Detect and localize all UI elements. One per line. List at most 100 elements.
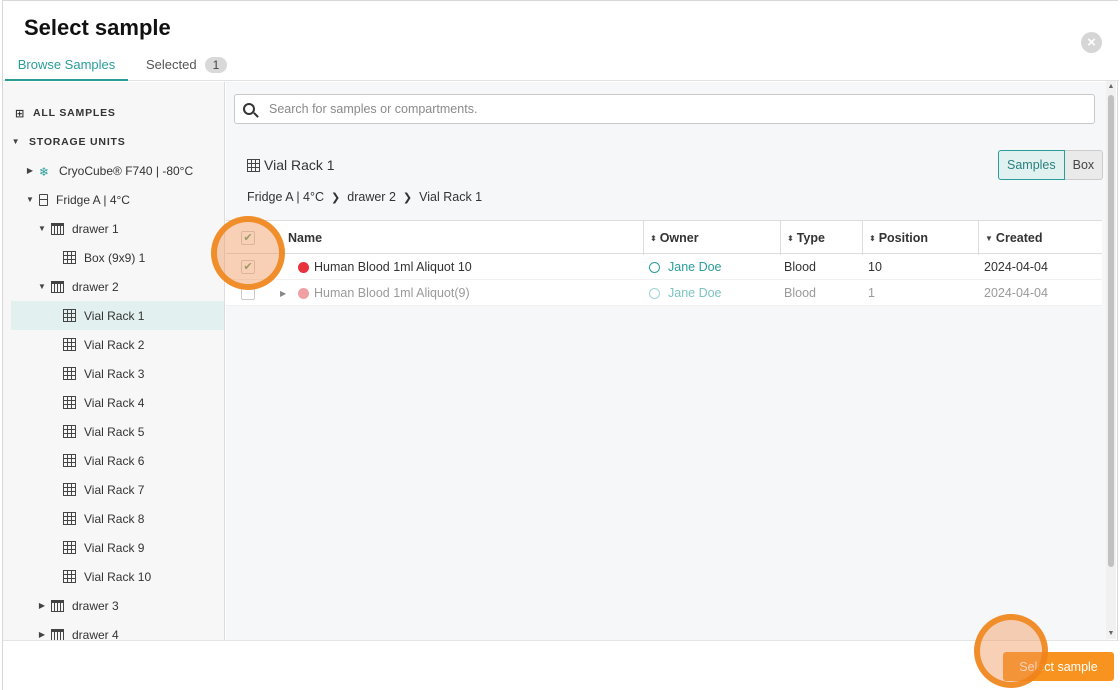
caret-down-icon[interactable]: ▼ bbox=[11, 137, 21, 146]
breadcrumb-item[interactable]: Fridge A | 4°C bbox=[247, 190, 324, 204]
breadcrumb: Fridge A | 4°C ❯ drawer 2 ❯ Vial Rack 1 bbox=[247, 190, 482, 204]
drawer-icon bbox=[51, 280, 64, 293]
all-samples-icon: ⊞ bbox=[15, 107, 26, 120]
tree-item-drawer-3[interactable]: ▶ drawer 3 bbox=[11, 591, 224, 620]
tree-item-label: Vial Rack 5 bbox=[84, 424, 145, 439]
tree-item-vial-rack-2[interactable]: Vial Rack 2 bbox=[11, 330, 224, 359]
column-header-position[interactable]: ⬍ Position bbox=[862, 221, 978, 255]
grid-icon bbox=[63, 309, 76, 322]
tree-item-vial-rack-10[interactable]: Vial Rack 10 bbox=[11, 562, 224, 591]
tree-item-vial-rack-4[interactable]: Vial Rack 4 bbox=[11, 388, 224, 417]
scroll-down-icon[interactable]: ▼ bbox=[1106, 630, 1116, 637]
sample-name: Human Blood 1ml Aliquot 10 bbox=[314, 260, 472, 274]
tree-item-vial-rack-7[interactable]: Vial Rack 7 bbox=[11, 475, 224, 504]
caret-down-icon[interactable]: ▼ bbox=[37, 282, 47, 291]
type-cell: Blood bbox=[784, 286, 816, 300]
scroll-up-icon[interactable]: ▲ bbox=[1106, 83, 1116, 90]
close-icon[interactable]: × bbox=[1081, 32, 1102, 53]
chevron-right-icon: ❯ bbox=[331, 191, 341, 204]
created-cell: 2024-04-04 bbox=[984, 286, 1048, 300]
caret-right-icon[interactable]: ▶ bbox=[25, 166, 35, 175]
grid-icon bbox=[247, 158, 260, 172]
sample-name-cell[interactable]: Human Blood 1ml Aliquot 10 bbox=[298, 254, 472, 280]
tab-browse-samples[interactable]: Browse Samples bbox=[5, 51, 128, 81]
drawer-icon bbox=[51, 628, 64, 640]
tree-item-label: drawer 2 bbox=[72, 279, 119, 294]
tree-item-cryocube[interactable]: ▶ ❄ CryoCube® F740 | -80°C bbox=[11, 156, 224, 185]
tree-item-label: Box (9x9) 1 bbox=[84, 250, 146, 265]
caret-right-icon[interactable]: ▶ bbox=[37, 601, 47, 610]
tree-item-vial-rack-5[interactable]: Vial Rack 5 bbox=[11, 417, 224, 446]
caret-down-icon[interactable]: ▼ bbox=[37, 224, 47, 233]
search-input[interactable] bbox=[269, 102, 1069, 116]
search-box[interactable] bbox=[234, 94, 1095, 124]
tree-item-label: Vial Rack 3 bbox=[84, 366, 145, 381]
column-name-label: Name bbox=[288, 231, 323, 245]
caret-down-icon[interactable]: ▼ bbox=[25, 195, 35, 204]
column-header-type[interactable]: ⬍ Type bbox=[780, 221, 862, 255]
tree-item-label: Vial Rack 7 bbox=[84, 482, 145, 497]
owner-cell[interactable]: Jane Doe bbox=[649, 254, 722, 280]
chevron-right-icon: ❯ bbox=[402, 191, 413, 204]
grid-icon bbox=[63, 512, 76, 525]
box-view-button[interactable]: Box bbox=[1064, 150, 1104, 180]
fridge-icon bbox=[39, 193, 48, 206]
sort-icon: ⬍ bbox=[869, 233, 876, 243]
position-cell: 1 bbox=[868, 286, 875, 300]
storage-units-header[interactable]: ▼ STORAGE UNITS bbox=[11, 127, 224, 156]
owner-cell[interactable]: Jane Doe bbox=[649, 280, 722, 306]
tree-item-vial-rack-3[interactable]: Vial Rack 3 bbox=[11, 359, 224, 388]
tree-item-label: Vial Rack 1 bbox=[84, 308, 145, 323]
sort-icon: ⬍ bbox=[787, 233, 794, 243]
sort-icon: ⬍ bbox=[650, 233, 657, 243]
column-position-label: Position bbox=[878, 231, 929, 245]
tab-selected[interactable]: Selected 1 bbox=[146, 51, 228, 73]
tree-item-label: CryoCube® F740 | -80°C bbox=[59, 163, 194, 178]
grid-icon bbox=[63, 425, 76, 438]
table-row[interactable]: ✔ Human Blood 1ml Aliquot 10 Jane Doe Bl… bbox=[226, 254, 1102, 280]
column-header-name[interactable]: Name bbox=[282, 221, 643, 255]
tree-item-vial-rack-9[interactable]: Vial Rack 9 bbox=[11, 533, 224, 562]
tree-item-vial-rack-6[interactable]: Vial Rack 6 bbox=[11, 446, 224, 475]
tree-item-vial-rack-1[interactable]: Vial Rack 1 bbox=[11, 301, 224, 330]
breadcrumb-item[interactable]: Vial Rack 1 bbox=[419, 190, 482, 204]
all-samples-item[interactable]: ⊞ ALL SAMPLES bbox=[11, 98, 224, 127]
grid-icon bbox=[63, 541, 76, 554]
owner-name: Jane Doe bbox=[668, 286, 722, 300]
dialog-title: Select sample bbox=[24, 15, 171, 40]
user-icon bbox=[649, 287, 660, 299]
rack-title-text: Vial Rack 1 bbox=[264, 157, 335, 173]
search-icon bbox=[243, 103, 255, 115]
column-header-owner[interactable]: ⬍ Owner bbox=[643, 221, 780, 255]
tree-item-drawer-2[interactable]: ▼ drawer 2 bbox=[11, 272, 224, 301]
select-sample-dialog: Select sample Browse Samples Selected 1 ×… bbox=[2, 0, 1119, 690]
tree-item-drawer-1[interactable]: ▼ drawer 1 bbox=[11, 214, 224, 243]
table-row[interactable]: ▶ Human Blood 1ml Aliquot(9) Jane Doe Bl… bbox=[226, 280, 1102, 306]
tree-item-label: Vial Rack 6 bbox=[84, 453, 145, 468]
tree-item-fridge-a[interactable]: ▼ Fridge A | 4°C bbox=[11, 185, 224, 214]
tree-item-box-9x9-1[interactable]: Box (9x9) 1 bbox=[11, 243, 224, 272]
grid-icon bbox=[63, 338, 76, 351]
tree-item-label: Vial Rack 2 bbox=[84, 337, 145, 352]
tree-item-label: Vial Rack 9 bbox=[84, 540, 145, 555]
dialog-footer: Select sample bbox=[3, 640, 1119, 690]
tree-item-label: Vial Rack 10 bbox=[84, 569, 152, 584]
tree-item-vial-rack-8[interactable]: Vial Rack 8 bbox=[11, 504, 224, 533]
content-scrollbar[interactable]: ▲ ▼ bbox=[1106, 81, 1116, 639]
caret-right-icon[interactable]: ▶ bbox=[37, 630, 47, 639]
breadcrumb-item[interactable]: drawer 2 bbox=[347, 190, 396, 204]
scrollbar-thumb[interactable] bbox=[1108, 95, 1114, 567]
tree-item-drawer-4[interactable]: ▶ drawer 4 bbox=[11, 620, 224, 640]
click-highlight-ring bbox=[974, 614, 1048, 688]
freezer-icon: ❄ bbox=[39, 164, 50, 179]
samples-view-button[interactable]: Samples bbox=[998, 150, 1065, 180]
caret-right-icon[interactable]: ▶ bbox=[280, 280, 286, 306]
column-header-created[interactable]: ▼ Created bbox=[978, 221, 1102, 255]
sample-color-dot bbox=[298, 287, 309, 299]
storage-units-label: STORAGE UNITS bbox=[29, 135, 126, 148]
rack-title: Vial Rack 1 bbox=[243, 157, 335, 173]
sample-name-cell[interactable]: Human Blood 1ml Aliquot(9) bbox=[298, 280, 470, 306]
click-highlight-ring bbox=[211, 216, 285, 290]
samples-table: ✔ Name ⬍ Owner ⬍ Type ⬍ Position ▼ Created bbox=[226, 220, 1102, 306]
tree-item-label: drawer 3 bbox=[72, 598, 119, 613]
